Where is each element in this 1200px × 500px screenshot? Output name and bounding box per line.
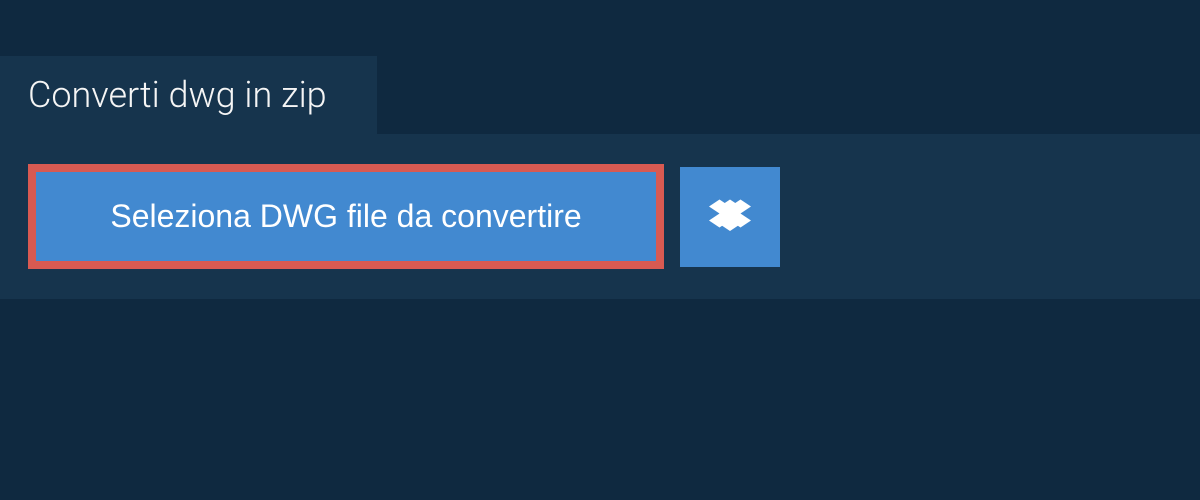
dropbox-icon — [709, 196, 751, 238]
dropbox-button[interactable] — [680, 167, 780, 267]
select-file-highlight: Seleziona DWG file da convertire — [28, 164, 664, 269]
content-panel: Seleziona DWG file da convertire — [0, 134, 1200, 299]
select-file-button[interactable]: Seleziona DWG file da convertire — [36, 172, 656, 261]
select-file-label: Seleziona DWG file da convertire — [110, 198, 581, 234]
tab-title: Converti dwg in zip — [28, 74, 327, 116]
tab-header: Converti dwg in zip — [0, 56, 377, 134]
